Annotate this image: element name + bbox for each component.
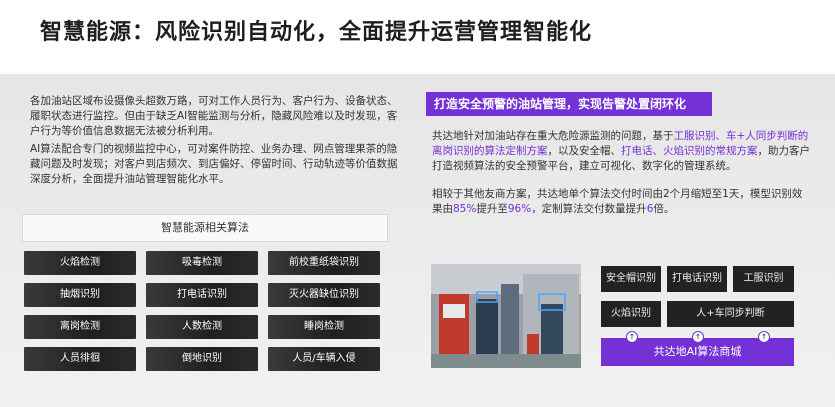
chip-safety-helmet: 安全帽识别	[601, 266, 661, 292]
gas-station-photo	[431, 264, 581, 368]
text-segment: ，以及安全帽、	[547, 145, 622, 157]
algo-tile: 离岗检测	[24, 315, 136, 339]
chip-uniform: 工服识别	[733, 266, 794, 292]
right-paragraph-2: 相较于其他友商方案，共达地单个算法交付时间由2个月缩短至1天，模型识别效果由85…	[432, 187, 812, 217]
algo-tile: 人数检测	[146, 315, 258, 339]
algo-tile: 倒地识别	[146, 347, 258, 371]
highlight-text: 打电话、火焰识别的常规方案	[621, 145, 758, 157]
algo-tile: 吸毒检测	[146, 251, 258, 275]
page-title: 智慧能源：风险识别自动化，全面提升运营管理智能化	[40, 20, 593, 45]
algo-tile: 打电话识别	[146, 283, 258, 307]
algo-tile: 抽烟识别	[24, 283, 136, 307]
algo-tile: 睡岗检测	[268, 315, 380, 339]
highlight-text: 96%	[507, 203, 532, 215]
algo-tile: 火焰检测	[24, 251, 136, 275]
chip-fire: 火焰识别	[601, 301, 661, 327]
right-paragraph-1: 共达地针对加油站存在重大危险源监测的问题，基于工服识别、车+人同步判断的离岗识别…	[432, 129, 812, 174]
arrow-up-icon: ↑	[692, 331, 704, 343]
algo-tile: 人员徘徊	[24, 347, 136, 371]
photo-illustration	[431, 264, 581, 368]
algo-tile: 人员/车辆入侵	[268, 347, 380, 371]
text-segment: ，定制算法交付数量提升	[531, 203, 647, 215]
chip-phone-call: 打电话识别	[667, 266, 727, 292]
algo-tile: 前校重纸袋识别	[268, 251, 380, 275]
algorithm-list-header: 智慧能源相关算法	[22, 214, 388, 242]
text-segment: 共达地针对加油站存在重大危险源监测的问题，基于	[432, 130, 674, 142]
arrow-up-icon: ↑	[626, 331, 638, 343]
highlight-text: 85%	[453, 203, 477, 215]
arrow-up-icon: ↑	[758, 331, 770, 343]
left-paragraph-1: 各加油站区域布设摄像头超数万路，可对工作人员行为、客户行为、设备状态、履职状态进…	[30, 95, 398, 137]
text-segment: 倍。	[653, 203, 675, 215]
text-segment: 提升至	[476, 203, 508, 215]
chip-person-vehicle: 人+车同步判断	[667, 301, 794, 327]
left-paragraph-2: AI算法配合专门的视频监控中心，可对案件防控、业务办理、网点管理果茶的隐藏问题及…	[30, 143, 398, 185]
solution-heading: 打造安全预警的油站管理，实现告警处置闭环化	[426, 92, 712, 116]
algo-tile: 灭火器缺位识别	[268, 283, 380, 307]
